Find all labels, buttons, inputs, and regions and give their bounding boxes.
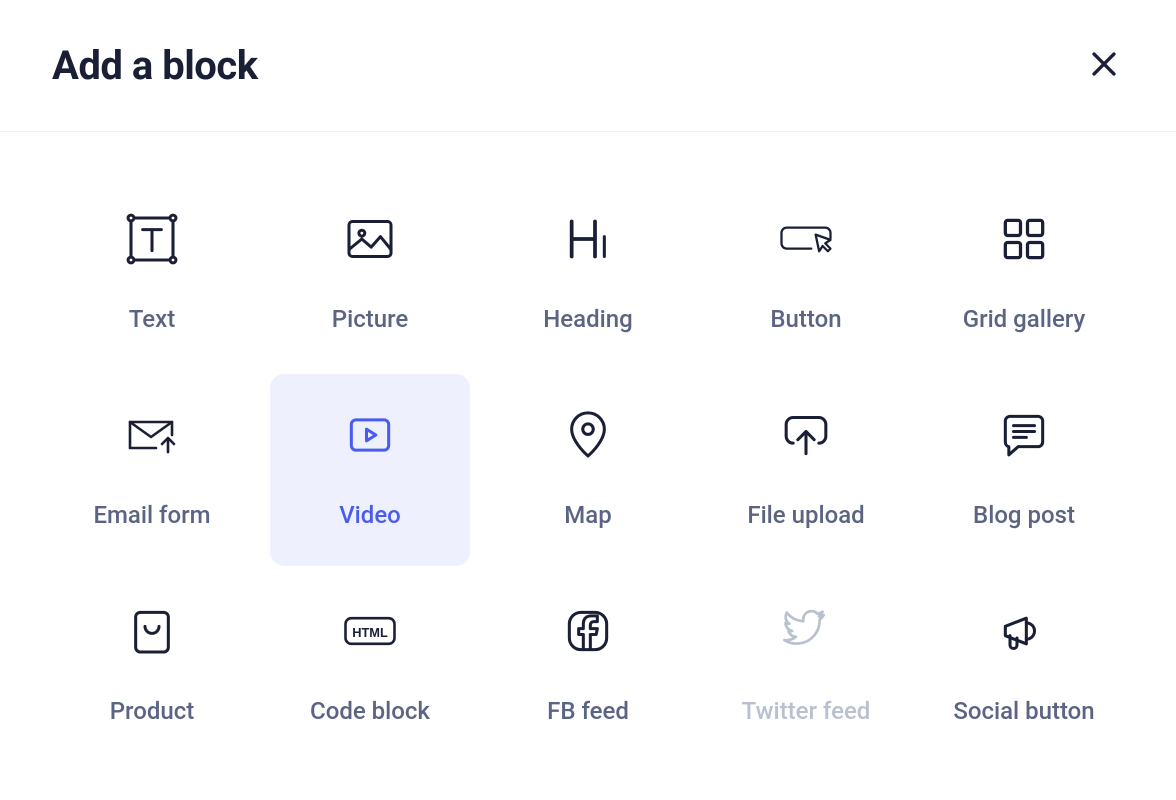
block-label: Grid gallery bbox=[963, 305, 1086, 333]
block-label: Map bbox=[564, 501, 611, 529]
text-frame-icon bbox=[124, 211, 180, 267]
add-block-modal: Add a block Te bbox=[0, 0, 1176, 800]
picture-icon bbox=[342, 211, 398, 267]
block-grid: Text Picture Heading bbox=[0, 132, 1176, 800]
block-email-form[interactable]: Email form bbox=[52, 374, 252, 566]
block-file-upload[interactable]: File upload bbox=[706, 374, 906, 566]
block-blog-post[interactable]: Blog post bbox=[924, 374, 1124, 566]
block-product[interactable]: Product bbox=[52, 570, 252, 762]
block-label: Video bbox=[339, 501, 401, 529]
video-icon bbox=[342, 407, 398, 463]
block-twitter-feed: Twitter feed bbox=[706, 570, 906, 762]
megaphone-icon bbox=[996, 603, 1052, 659]
block-label: Picture bbox=[332, 305, 408, 333]
block-label: Twitter feed bbox=[742, 697, 871, 725]
block-text[interactable]: Text bbox=[52, 178, 252, 370]
svg-text:HTML: HTML bbox=[352, 625, 388, 640]
close-icon bbox=[1087, 47, 1121, 85]
file-upload-icon bbox=[778, 407, 834, 463]
block-fb-feed[interactable]: FB feed bbox=[488, 570, 688, 762]
block-label: Product bbox=[110, 697, 195, 725]
block-code[interactable]: HTML Code block bbox=[270, 570, 470, 762]
block-label: Email form bbox=[93, 501, 210, 529]
twitter-icon bbox=[778, 603, 834, 659]
modal-header: Add a block bbox=[0, 0, 1176, 132]
block-video[interactable]: Video bbox=[270, 374, 470, 566]
block-picture[interactable]: Picture bbox=[270, 178, 470, 370]
block-map[interactable]: Map bbox=[488, 374, 688, 566]
block-label: Heading bbox=[543, 305, 632, 333]
product-icon bbox=[124, 603, 180, 659]
grid-gallery-icon bbox=[996, 211, 1052, 267]
block-label: Blog post bbox=[973, 501, 1075, 529]
blog-post-icon bbox=[996, 407, 1052, 463]
heading-icon bbox=[560, 211, 616, 267]
code-html-icon: HTML bbox=[342, 603, 398, 659]
map-pin-icon bbox=[560, 407, 616, 463]
modal-title: Add a block bbox=[52, 42, 258, 89]
block-label: FB feed bbox=[547, 697, 629, 725]
block-grid-gallery[interactable]: Grid gallery bbox=[924, 178, 1124, 370]
facebook-icon bbox=[560, 603, 616, 659]
button-icon bbox=[778, 211, 834, 267]
block-label: Text bbox=[129, 305, 175, 333]
block-heading[interactable]: Heading bbox=[488, 178, 688, 370]
close-button[interactable] bbox=[1084, 46, 1124, 86]
block-label: Button bbox=[770, 305, 841, 333]
block-button[interactable]: Button bbox=[706, 178, 906, 370]
block-label: Code block bbox=[310, 697, 430, 725]
block-social-button[interactable]: Social button bbox=[924, 570, 1124, 762]
block-label: File upload bbox=[747, 501, 864, 529]
email-form-icon bbox=[124, 407, 180, 463]
block-label: Social button bbox=[953, 697, 1094, 725]
